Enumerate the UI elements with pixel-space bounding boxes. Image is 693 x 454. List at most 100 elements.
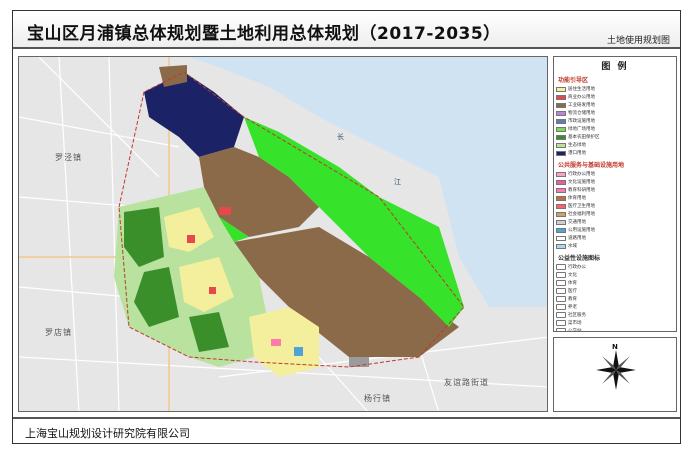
legend-item: 菜市场 <box>556 319 616 327</box>
legend-label: 水域 <box>568 244 577 249</box>
legend-label: 商业办公用地 <box>568 95 595 100</box>
legend-section-public: 行政办公用地 文化设施用地 教育科研用地 体育用地医疗卫生用地 社会福利用地 交通用地公用… <box>554 170 676 250</box>
commercial-block-3 <box>209 287 216 294</box>
legend-swatch <box>556 320 566 326</box>
legend-label: 医疗 <box>568 289 577 294</box>
legend-swatch <box>556 219 566 225</box>
legend-section-title: 功能引导区 <box>558 77 589 84</box>
legend-item: 养老 <box>556 303 616 311</box>
legend-swatch <box>556 134 566 140</box>
legend-swatch <box>556 126 566 132</box>
legend-swatch <box>556 118 566 124</box>
legend-label: 体育用地 <box>568 196 586 201</box>
legend-label: 行政办公 <box>568 265 586 270</box>
place-label-luodian: 罗店镇 <box>45 328 72 337</box>
land-use-map[interactable]: 罗泾镇 罗店镇 杨行镇 友谊路街道 长 江 <box>18 56 548 412</box>
legend-swatch <box>556 272 566 278</box>
legend-swatch <box>556 296 566 302</box>
legend-swatch <box>556 227 566 233</box>
legend-swatch <box>556 203 566 209</box>
legend-section-title: 公共服务与基础设施用地 <box>558 162 625 169</box>
legend-swatch <box>556 211 566 217</box>
legend-section-icons: 行政办公文化体育医疗教育养老社区服务菜市场公交站派出所消防站公共厕所 <box>554 263 676 332</box>
compass-rose-icon <box>596 350 636 390</box>
legend-item: 医疗 <box>556 287 616 295</box>
legend-label: 社区服务 <box>568 313 586 318</box>
legend-item: 行政办公 <box>556 263 616 271</box>
river-label-chang: 长 <box>337 133 344 141</box>
legend-item: 港口用地 <box>556 149 616 157</box>
utility-block <box>294 347 303 356</box>
legend-swatch <box>556 171 566 177</box>
legend-item: 道路用地 <box>556 234 616 242</box>
legend-item: 社区服务 <box>556 311 616 319</box>
legend-item: 公交站 <box>556 327 616 332</box>
legend-label: 交通用地 <box>568 220 586 225</box>
map-frame: 宝山区月浦镇总体规划暨土地利用总体规划（2017-2035） 土地使用规划图 罗… <box>12 10 681 444</box>
legend-item: 居住生活用地 <box>556 85 616 93</box>
legend-label: 工业研发用地 <box>568 103 595 108</box>
legend-swatch <box>556 150 566 156</box>
legend-label: 体育 <box>568 281 577 286</box>
place-label-youyilu: 友谊路街道 <box>444 378 489 387</box>
legend-label: 教育科研用地 <box>568 188 595 193</box>
education-block <box>271 339 281 346</box>
legend-swatch <box>556 110 566 116</box>
legend-swatch <box>556 243 566 249</box>
legend-label: 文化 <box>568 273 577 278</box>
footer-bar: 上海宝山规划设计研究院有限公司 <box>13 417 680 443</box>
map-canvas <box>19 57 547 411</box>
legend-swatch <box>556 187 566 193</box>
legend-swatch <box>556 280 566 286</box>
legend-item: 行政办公用地 <box>556 170 616 178</box>
legend-swatch <box>556 142 566 148</box>
legend-swatch <box>556 86 566 92</box>
legend-label: 基本农田保护区 <box>568 135 600 140</box>
legend-label: 教育 <box>568 297 577 302</box>
legend-item: 教育科研用地 <box>556 186 616 194</box>
legend-swatch <box>556 312 566 318</box>
legend-swatch <box>556 304 566 310</box>
legend-section-title: 公益性设施图标 <box>558 255 601 262</box>
legend-item: 文化设施用地 <box>556 178 616 186</box>
legend-label: 医疗卫生用地 <box>568 204 595 209</box>
place-label-luojing: 罗泾镇 <box>55 153 82 162</box>
legend-swatch <box>556 264 566 270</box>
legend-label: 行政办公用地 <box>568 172 595 177</box>
legend-item: 生态绿地 <box>556 141 616 149</box>
legend-item: 交通用地 <box>556 218 616 226</box>
legend-item: 体育 <box>556 279 616 287</box>
map-title: 宝山区月浦镇总体规划暨土地利用总体规划（2017-2035） <box>27 24 501 44</box>
legend-item: 公用设施用地 <box>556 226 616 234</box>
legend-item: 物流仓储用地 <box>556 109 616 117</box>
legend-label: 市政设施用地 <box>568 119 595 124</box>
legend-label: 文化设施用地 <box>568 180 595 185</box>
river-label-jiang: 江 <box>394 178 401 186</box>
legend-item: 市政设施用地 <box>556 117 616 125</box>
legend-item: 商业办公用地 <box>556 93 616 101</box>
legend-swatch <box>556 288 566 294</box>
legend-swatch <box>556 179 566 185</box>
legend-label: 养老 <box>568 305 577 310</box>
commercial-block-2 <box>187 235 195 243</box>
legend-label: 菜市场 <box>568 321 582 326</box>
legend-label: 公交站 <box>568 329 582 332</box>
legend-label: 港口用地 <box>568 151 586 156</box>
legend-item: 文化 <box>556 271 616 279</box>
legend-swatch <box>556 235 566 241</box>
legend-item: 社会福利用地 <box>556 210 616 218</box>
legend-label: 物流仓储用地 <box>568 111 595 116</box>
legend-swatch <box>556 102 566 108</box>
legend-title: 图 例 <box>601 62 629 72</box>
title-bar: 宝山区月浦镇总体规划暨土地利用总体规划（2017-2035） 土地使用规划图 <box>13 11 680 49</box>
legend-label: 道路用地 <box>568 236 586 241</box>
legend-item: 医疗卫生用地 <box>556 202 616 210</box>
legend-label: 公用设施用地 <box>568 228 595 233</box>
legend-label: 社会福利用地 <box>568 212 595 217</box>
place-label-yanghang: 杨行镇 <box>364 394 391 403</box>
legend-panel: 图 例 功能引导区 居住生活用地 商业办公用地 工业研发用地 物流仓储用地 市政设施用地… <box>553 56 677 332</box>
legend-item: 教育 <box>556 295 616 303</box>
legend-label: 居住生活用地 <box>568 87 595 92</box>
legend-label: 生态绿地 <box>568 143 586 148</box>
legend-item: 体育用地 <box>556 194 616 202</box>
